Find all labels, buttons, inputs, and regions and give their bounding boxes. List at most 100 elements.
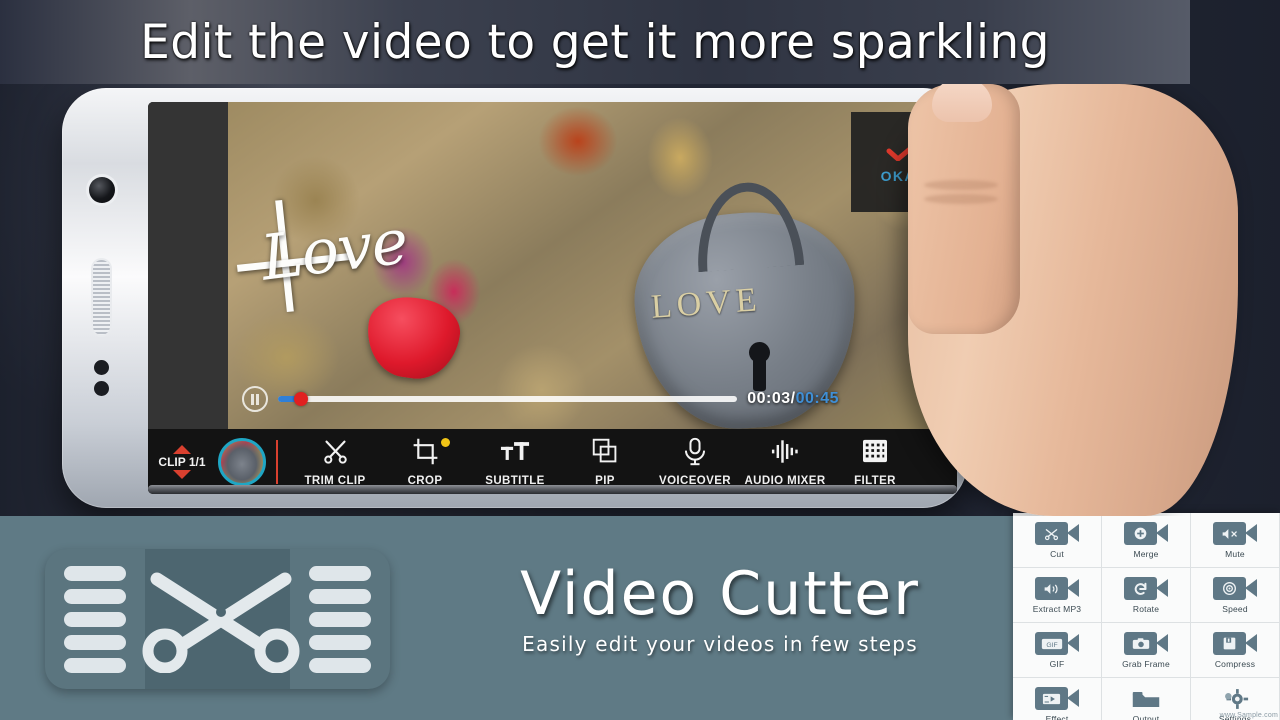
brand-title: Video Cutter <box>520 559 920 629</box>
clip-selector[interactable]: CLIP 1/1 <box>148 444 216 479</box>
feature-effect[interactable]: Effect <box>1013 678 1102 720</box>
camera-rotate-icon <box>1123 577 1169 601</box>
camera-gif-icon: GIF <box>1034 632 1080 656</box>
feature-label: GIF <box>1049 658 1065 669</box>
filmstrip-hole <box>309 611 371 627</box>
clip-selector-label: CLIP 1/1 <box>158 454 206 469</box>
brand-block: Video Cutter Easily edit your videos in … <box>440 564 1000 656</box>
chevron-up-icon[interactable] <box>173 444 191 454</box>
feature-grab-frame[interactable]: Grab Frame <box>1102 623 1191 678</box>
toolbar-divider <box>276 439 278 484</box>
video-preview[interactable]: LOVE Love OKAY 00:03/00:45 <box>148 102 957 429</box>
crop-icon <box>412 436 439 466</box>
scissors-icon <box>322 436 349 466</box>
filmstrip-hole <box>64 565 126 581</box>
hand-holding-phone <box>908 78 1238 516</box>
watermark: www.Sample.com <box>1219 712 1278 719</box>
feature-label: Effect <box>1045 713 1069 720</box>
time-display: 00:03/00:45 <box>747 390 839 408</box>
camera-speaker-icon <box>1034 577 1080 601</box>
phone-mockup: LOVE Love OKAY 00:03/00:45 CLIP 1/1 TRIM… <box>62 88 967 508</box>
feature-label: Compress <box>1214 658 1256 669</box>
editor-toolbar: CLIP 1/1 TRIM CLIP CROP SUBTITLE PIP VOICEOV… <box>148 429 957 494</box>
feature-cut[interactable]: Cut <box>1013 513 1102 568</box>
feature-label: Grab Frame <box>1122 658 1170 669</box>
thumb-finger <box>908 78 1020 334</box>
lock-engraving-text: LOVE <box>649 281 763 326</box>
feature-label: Extract MP3 <box>1032 603 1082 614</box>
filter-grid-icon <box>862 436 888 466</box>
feature-label: Cut <box>1050 548 1064 559</box>
headline-text: Edit the video to get it more sparkling <box>140 14 1050 70</box>
feature-label: Rotate <box>1132 603 1160 614</box>
feature-mute[interactable]: Mute <box>1191 513 1280 568</box>
feature-grid: Cut Merge Mute Extract MP3 Rotate Speed GIF GIF… <box>1013 513 1280 720</box>
filmstrip-hole <box>64 611 126 627</box>
camera-speed-icon <box>1212 577 1258 601</box>
knuckle-crease-2 <box>924 194 998 204</box>
picture-in-picture-icon <box>592 436 618 466</box>
tool-subtitle[interactable]: SUBTITLE <box>470 436 560 487</box>
camera-compress-icon <box>1212 632 1258 656</box>
filmstrip-hole <box>309 634 371 650</box>
gear-icon <box>1212 687 1258 711</box>
camera-scissors-icon <box>1034 522 1080 546</box>
phone-sensor-dot-2 <box>94 381 109 396</box>
feature-label: Mute <box>1225 548 1245 559</box>
feature-label: Merge <box>1133 548 1159 559</box>
current-time: 00:03 <box>747 390 791 407</box>
filmstrip-hole <box>309 565 371 581</box>
scissors-filmstrip-icon <box>142 572 300 673</box>
feature-label: Speed <box>1222 603 1248 614</box>
pause-icon[interactable] <box>242 386 268 412</box>
microphone-icon <box>683 436 707 466</box>
tool-filter[interactable]: FILTER <box>830 436 920 487</box>
seek-bar-playhead[interactable] <box>293 392 308 406</box>
feature-merge[interactable]: Merge <box>1102 513 1191 568</box>
crop-badge-dot <box>441 438 450 447</box>
filmstrip-hole <box>309 588 371 604</box>
phone-speaker-grille <box>93 260 110 335</box>
filmstrip-hole <box>64 634 126 650</box>
tool-trim-clip[interactable]: TRIM CLIP <box>290 436 380 487</box>
feature-label: Output <box>1132 713 1160 720</box>
toolbar-scrollbar[interactable] <box>148 485 957 494</box>
tool-audio-mixer[interactable]: AUDIO MIXER <box>740 436 830 487</box>
feature-compress[interactable]: Compress <box>1191 623 1280 678</box>
text-size-icon <box>500 436 530 466</box>
feature-extract-mp3[interactable]: Extract MP3 <box>1013 568 1102 623</box>
brand-tagline: Easily edit your videos in few steps <box>522 632 918 656</box>
camera-plus-icon <box>1123 522 1169 546</box>
folder-icon <box>1123 687 1169 711</box>
chevron-down-icon[interactable] <box>173 469 191 479</box>
tool-pip[interactable]: PIP <box>560 436 650 487</box>
camera-mute-icon <box>1212 522 1258 546</box>
svg-text:GIF: GIF <box>1046 641 1057 648</box>
phone-screen: LOVE Love OKAY 00:03/00:45 CLIP 1/1 TRIM… <box>148 102 957 494</box>
promo-scene: Edit the video to get it more sparkling … <box>0 0 1280 516</box>
total-time: 00:45 <box>795 390 839 407</box>
video-letterbox-bar <box>148 102 228 429</box>
headline-banner: Edit the video to get it more sparkling <box>0 0 1190 84</box>
camera-photo-icon <box>1123 632 1169 656</box>
phone-camera-icon <box>89 177 115 203</box>
phone-sensor-dot-1 <box>94 360 109 375</box>
logo-filmstrip-left <box>45 549 145 689</box>
feature-speed[interactable]: Speed <box>1191 568 1280 623</box>
feature-gif[interactable]: GIF GIF <box>1013 623 1102 678</box>
feature-rotate[interactable]: Rotate <box>1102 568 1191 623</box>
waveform-icon <box>771 436 799 466</box>
filmstrip-hole <box>64 588 126 604</box>
seek-bar[interactable] <box>278 392 738 406</box>
camera-effect-icon <box>1034 687 1080 711</box>
red-heart-padlock <box>361 292 464 385</box>
clip-thumbnail[interactable] <box>218 437 266 486</box>
fingernail <box>932 78 992 122</box>
tool-crop[interactable]: CROP <box>380 436 470 487</box>
tool-voiceover[interactable]: VOICEOVER <box>650 436 740 487</box>
feature-output[interactable]: Output <box>1102 678 1191 720</box>
filmstrip-hole <box>64 657 126 673</box>
playback-controls: 00:03/00:45 <box>228 382 853 416</box>
video-cutter-logo <box>45 549 390 689</box>
filmstrip-hole <box>309 657 371 673</box>
